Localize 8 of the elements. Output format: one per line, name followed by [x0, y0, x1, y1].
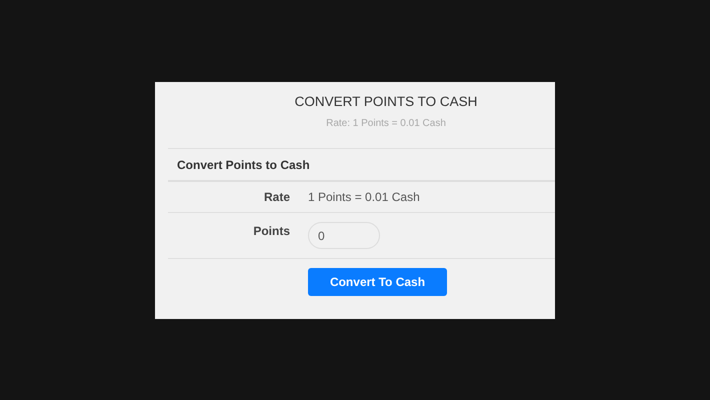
rate-value: 1 Points = 0.01 Cash: [308, 189, 420, 206]
dialog-title: CONVERT POINTS TO CASH: [294, 93, 478, 111]
subtitle: Rate: 1 Points = 0.01 Cash: [326, 117, 446, 131]
points-input[interactable]: 0: [308, 222, 380, 249]
field-label: Points: [252, 223, 290, 240]
convert-button[interactable]: Convert To Cash: [308, 268, 447, 296]
field-label: Rate: [262, 189, 290, 206]
section-heading: Convert Points to Cash: [177, 156, 310, 174]
